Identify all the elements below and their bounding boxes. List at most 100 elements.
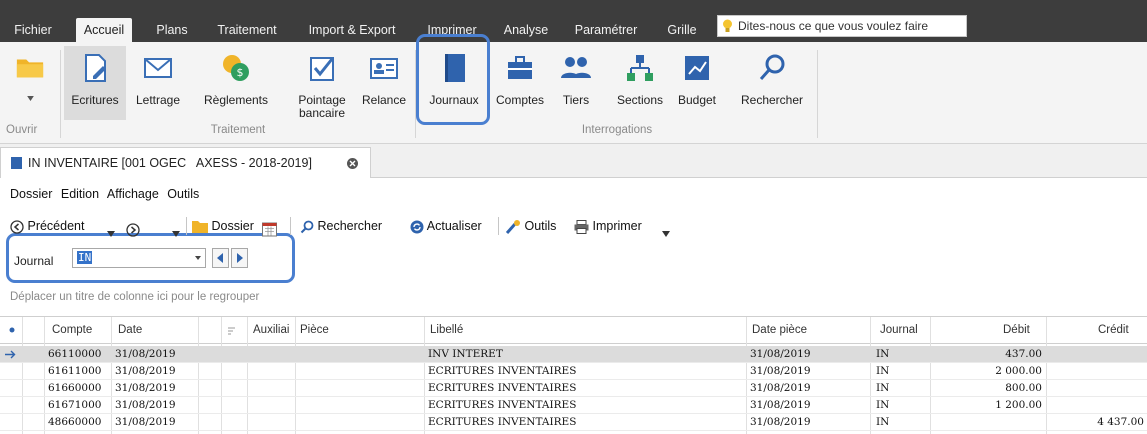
tab-traitement[interactable]: Traitement — [208, 18, 286, 42]
previous-journal-button[interactable] — [212, 248, 229, 268]
menu-outils[interactable]: Outils — [167, 187, 199, 201]
col-auxiliaire[interactable]: Auxiliai — [253, 324, 289, 336]
col-date-piece[interactable]: Date pièce — [752, 324, 807, 336]
actualiser-button[interactable]: Actualiser — [410, 215, 482, 237]
tools-icon — [505, 219, 520, 234]
cell-compte: 61611000 — [48, 365, 102, 377]
envelope-icon — [144, 58, 172, 78]
sort-icon[interactable] — [227, 327, 236, 335]
ouvrir-button[interactable] — [4, 46, 56, 120]
calendar-icon[interactable] — [262, 218, 277, 240]
imprimer-button[interactable]: Imprimer — [574, 215, 642, 237]
group-by-hint: Déplacer un titre de colonne ici pour le… — [10, 291, 260, 303]
cell-libelle: ECRITURES INVENTAIRES — [428, 416, 577, 428]
tell-me-box[interactable]: Dites-nous ce que vous voulez faire — [717, 15, 967, 37]
col-libelle[interactable]: Libellé — [430, 324, 463, 336]
rechercher-ribbon-label: Rechercher — [740, 93, 804, 107]
org-chart-icon — [627, 55, 653, 81]
tab-plans[interactable]: Plans — [150, 18, 194, 42]
precedent-dropdown-icon[interactable] — [107, 223, 115, 245]
outils-label: Outils — [524, 219, 557, 233]
pointage-bancaire-button[interactable]: Pointage bancaire — [290, 46, 354, 120]
menu-dossier[interactable]: Dossier — [10, 187, 52, 201]
folder-icon — [16, 59, 44, 78]
cell-compte: 66110000 — [48, 348, 102, 360]
cell-date: 31/08/2019 — [115, 348, 176, 360]
close-tab-icon[interactable] — [347, 158, 358, 169]
tiers-button[interactable]: Tiers — [554, 46, 598, 120]
cell-date: 31/08/2019 — [115, 382, 176, 394]
tab-accueil[interactable]: Accueil — [76, 18, 132, 42]
actualiser-label: Actualiser — [426, 219, 482, 233]
precedent-label: Précédent — [27, 219, 85, 233]
menu-affichage[interactable]: Affichage — [107, 187, 159, 201]
contact-card-icon — [370, 58, 398, 79]
col-journal[interactable]: Journal — [880, 324, 918, 336]
rechercher-ribbon-button[interactable]: Rechercher — [732, 46, 812, 120]
table-row[interactable]: 48660000 31/08/2019 ECRITURES INVENTAIRE… — [0, 414, 1147, 431]
dossier-button[interactable]: Dossier — [192, 215, 254, 237]
ecritures-button[interactable]: Ecritures — [64, 46, 126, 120]
cell-libelle: ECRITURES INVENTAIRES — [428, 399, 577, 411]
document-menu: Dossier Edition Affichage Outils — [10, 187, 204, 201]
tab-parametrer[interactable]: Paramétrer — [566, 18, 646, 42]
forward-arrow-icon[interactable] — [126, 219, 140, 241]
col-compte[interactable]: Compte — [52, 324, 92, 336]
coins-icon: $ — [223, 55, 249, 81]
cell-journal: IN — [876, 365, 890, 377]
svg-text:$: $ — [237, 66, 244, 79]
col-piece[interactable]: Pièce — [300, 324, 329, 336]
outils-button[interactable]: Outils — [505, 215, 557, 237]
document-tab[interactable]: IN INVENTAIRE [001 OGEC AXESS - 2018-201… — [0, 147, 371, 178]
tab-fichier[interactable]: Fichier — [10, 18, 56, 42]
relance-button[interactable]: Relance — [356, 46, 412, 120]
comptes-button[interactable]: Comptes — [492, 46, 548, 120]
cell-date-piece: 31/08/2019 — [750, 416, 811, 428]
briefcase-icon — [508, 56, 532, 79]
row-indicator-icon — [9, 327, 15, 333]
table-row[interactable]: 66110000 31/08/2019 INV INTERET 31/08/20… — [0, 346, 1147, 363]
cell-date-piece: 31/08/2019 — [750, 382, 811, 394]
tell-me-text: Dites-nous ce que vous voulez faire — [738, 19, 929, 33]
reglements-button[interactable]: $ Règlements — [198, 46, 274, 120]
col-credit[interactable]: Crédit — [1098, 324, 1129, 336]
cell-date-piece: 31/08/2019 — [750, 399, 811, 411]
ecritures-label: Ecritures — [71, 93, 119, 107]
cell-debit: 1 200.00 — [995, 399, 1042, 411]
traitement-group-label: Traitement — [210, 124, 266, 136]
sections-button[interactable]: Sections — [610, 46, 670, 120]
table-row[interactable]: 61671000 31/08/2019 ECRITURES INVENTAIRE… — [0, 397, 1147, 414]
precedent-button[interactable]: Précédent — [10, 215, 84, 237]
rechercher-button[interactable]: Rechercher — [300, 215, 382, 237]
ouvrir-group-label: Ouvrir — [6, 124, 38, 136]
checkbox-icon — [310, 57, 334, 81]
journal-value: IN — [77, 251, 93, 264]
reglements-label: Règlements — [203, 93, 269, 107]
cell-compte: 61671000 — [48, 399, 102, 411]
menu-edition[interactable]: Edition — [61, 187, 99, 201]
chevron-down-icon[interactable] — [195, 256, 201, 260]
grid-header: Compte Date Auxiliai Pièce Libellé Date … — [0, 317, 1147, 344]
imprimer-dropdown-icon[interactable] — [662, 223, 670, 245]
toolbar-separator — [498, 217, 499, 235]
cell-compte: 61660000 — [48, 382, 102, 394]
cell-debit: 437.00 — [1005, 348, 1042, 360]
tab-import-export[interactable]: Import & Export — [300, 18, 404, 42]
comptes-label: Comptes — [495, 93, 545, 107]
col-date[interactable]: Date — [118, 324, 142, 336]
journal-combo[interactable]: IN — [72, 248, 206, 268]
forward-dropdown-icon[interactable] — [172, 223, 180, 245]
toolbar-separator — [290, 217, 291, 235]
budget-button[interactable]: Budget — [674, 46, 720, 120]
cell-libelle: ECRITURES INVENTAIRES — [428, 365, 577, 377]
col-debit[interactable]: Débit — [1003, 324, 1030, 336]
tab-grille[interactable]: Grille — [660, 18, 704, 42]
budget-label: Budget — [677, 93, 717, 107]
lettrage-button[interactable]: Lettrage — [130, 46, 186, 120]
cell-journal: IN — [876, 416, 890, 428]
tab-analyse[interactable]: Analyse — [496, 18, 556, 42]
table-row[interactable]: 61611000 31/08/2019 ECRITURES INVENTAIRE… — [0, 363, 1147, 380]
table-row[interactable]: 61660000 31/08/2019 ECRITURES INVENTAIRE… — [0, 380, 1147, 397]
lightbulb-icon — [723, 19, 732, 32]
next-journal-button[interactable] — [231, 248, 248, 268]
